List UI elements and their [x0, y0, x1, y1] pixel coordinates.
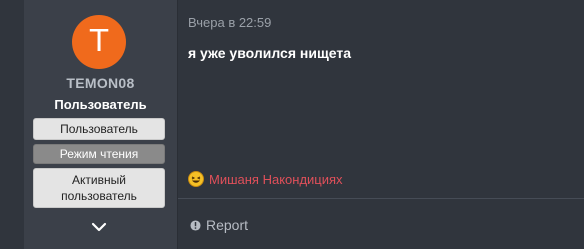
info-icon: [190, 219, 201, 231]
report-label: Report: [206, 217, 249, 233]
message-post: T TEMON08 Пользователь Пользователь Режи…: [0, 0, 584, 249]
user-banner-user: Пользователь: [33, 118, 165, 140]
laugh-emoji-icon: [188, 171, 204, 187]
user-banner-active-label: Активный пользователь: [61, 173, 137, 203]
reaction-bar[interactable]: Мишаня Накондициях: [188, 170, 343, 188]
footer-divider: [178, 198, 584, 199]
post-date[interactable]: Вчера в 22:59: [188, 15, 271, 30]
post-message: я уже уволился нищета: [188, 45, 352, 61]
avatar[interactable]: T: [72, 15, 126, 69]
username[interactable]: TEMON08: [24, 75, 177, 91]
user-info-panel: T TEMON08 Пользователь Пользователь Режи…: [24, 0, 178, 249]
chevron-down-icon[interactable]: [91, 220, 107, 234]
reaction-user-name[interactable]: Мишаня Накондициях: [209, 172, 343, 187]
left-gutter: [0, 0, 24, 249]
user-title: Пользователь: [54, 97, 147, 112]
user-banner-active: Активный пользователь: [33, 168, 165, 208]
user-banner-readonly: Режим чтения: [33, 144, 165, 164]
report-button[interactable]: Report: [190, 217, 248, 233]
